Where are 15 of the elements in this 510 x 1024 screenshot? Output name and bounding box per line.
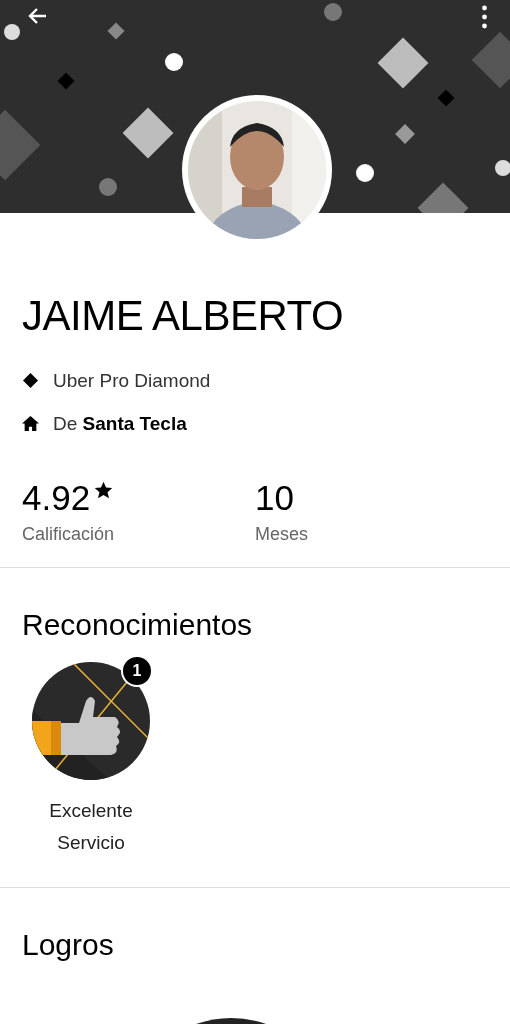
stat-value: 4.92: [22, 479, 91, 518]
stat-label: Calificación: [22, 523, 116, 545]
stat-value: 10: [255, 479, 294, 518]
driver-name: JAIME ALBERTO: [22, 291, 345, 341]
stat-label: Meses: [255, 523, 309, 545]
home-icon: [22, 415, 39, 433]
section-title: Reconocimientos: [22, 607, 254, 641]
achievement-badge-icon[interactable]: [196, 1016, 266, 1024]
more-options-icon[interactable]: [481, 5, 488, 29]
count-badge: 1: [121, 654, 153, 687]
badge-label: Excelente Servicio: [48, 798, 134, 855]
hometown-label: De Santa Tecla: [53, 412, 187, 435]
tier-label: Uber Pro Diamond: [53, 369, 211, 392]
section-title: Logros: [22, 927, 115, 961]
thumbs-up-badge-icon[interactable]: [31, 660, 151, 781]
